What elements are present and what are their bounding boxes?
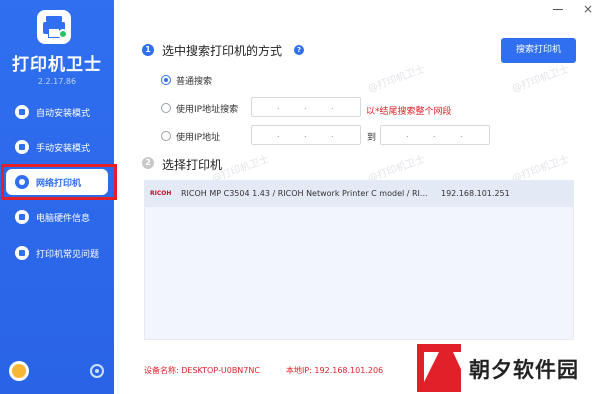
ip-range-end-input[interactable]: ... <box>380 125 490 145</box>
sidebar-item-label: 打印机常见问题 <box>36 250 100 260</box>
watermark: @打印机卫士 <box>366 63 427 95</box>
check-icon <box>58 29 68 39</box>
brand-watermark: 朝夕软件园 <box>413 344 600 394</box>
sidebar-item-label: 电脑硬件信息 <box>36 214 91 224</box>
close-icon[interactable]: × <box>582 3 594 15</box>
sidebar-item-hardware-info[interactable]: 电脑硬件信息 <box>0 204 114 230</box>
printer-faq-icon <box>15 246 29 260</box>
step-1-title: 选中搜索打印机的方式 <box>162 44 283 58</box>
sidebar-item-printer-faq[interactable]: 打印机常见问题 <box>0 240 114 266</box>
printer-ip: 192.168.101.251 <box>441 189 510 198</box>
sidebar-item-manual-install[interactable]: 手动安装模式 <box>0 134 114 160</box>
ip-search-hint: 以*结尾搜索整个网段 <box>366 107 452 117</box>
device-name-label: 设备名称: DESKTOP-U0BN7NC <box>144 366 260 375</box>
step-1-badge: 1 <box>142 44 154 56</box>
sidebar-item-auto-install[interactable]: 自动安装模式 <box>0 99 114 125</box>
minimize-icon[interactable] <box>553 9 563 10</box>
watermark: @打印机卫士 <box>510 63 571 95</box>
step-2-badge: 2 <box>142 157 154 169</box>
app-version: 2.2.17.86 <box>37 77 77 86</box>
radio-ip-range[interactable] <box>161 131 171 141</box>
radio-normal-search-label: 普通搜索 <box>176 77 213 87</box>
radio-normal-search[interactable] <box>161 75 171 85</box>
gear-icon[interactable] <box>90 364 104 378</box>
step-2-title: 选择打印机 <box>162 158 223 172</box>
radio-ip-range-label: 使用IP地址 <box>176 133 221 143</box>
manual-install-icon <box>15 140 29 154</box>
app-logo <box>37 10 71 44</box>
ip-search-input[interactable]: ... <box>251 97 361 117</box>
ip-range-start-input[interactable]: ... <box>251 125 361 145</box>
printer-list-item[interactable]: RICOH RICOH MP C3504 1.43 / RICOH Networ… <box>145 181 573 207</box>
brand-text: 朝夕软件园 <box>469 358 579 382</box>
brand-logo-icon <box>417 344 467 392</box>
hardware-info-icon <box>15 210 29 224</box>
radio-ip-search[interactable] <box>161 103 171 113</box>
printer-list: RICOH RICOH MP C3504 1.43 / RICOH Networ… <box>144 180 574 340</box>
search-printer-button[interactable]: 搜索打印机 <box>501 38 576 63</box>
range-to-label: 到 <box>367 133 377 143</box>
sidebar-item-label: 自动安装模式 <box>36 109 91 119</box>
auto-install-icon <box>15 105 29 119</box>
sidebar-item-label: 手动安装模式 <box>36 144 91 154</box>
ricoh-logo: RICOH <box>150 190 172 197</box>
local-ip-label: 本地IP: 192.168.101.206 <box>286 366 384 375</box>
help-icon[interactable]: ? <box>294 45 304 55</box>
printer-name: RICOH MP C3504 1.43 / RICOH Network Prin… <box>181 189 428 198</box>
avatar[interactable] <box>9 361 29 381</box>
radio-ip-search-label: 使用IP地址搜索 <box>176 105 239 115</box>
app-name: 打印机卫士 <box>12 55 102 75</box>
highlight-annotation <box>1 164 117 200</box>
